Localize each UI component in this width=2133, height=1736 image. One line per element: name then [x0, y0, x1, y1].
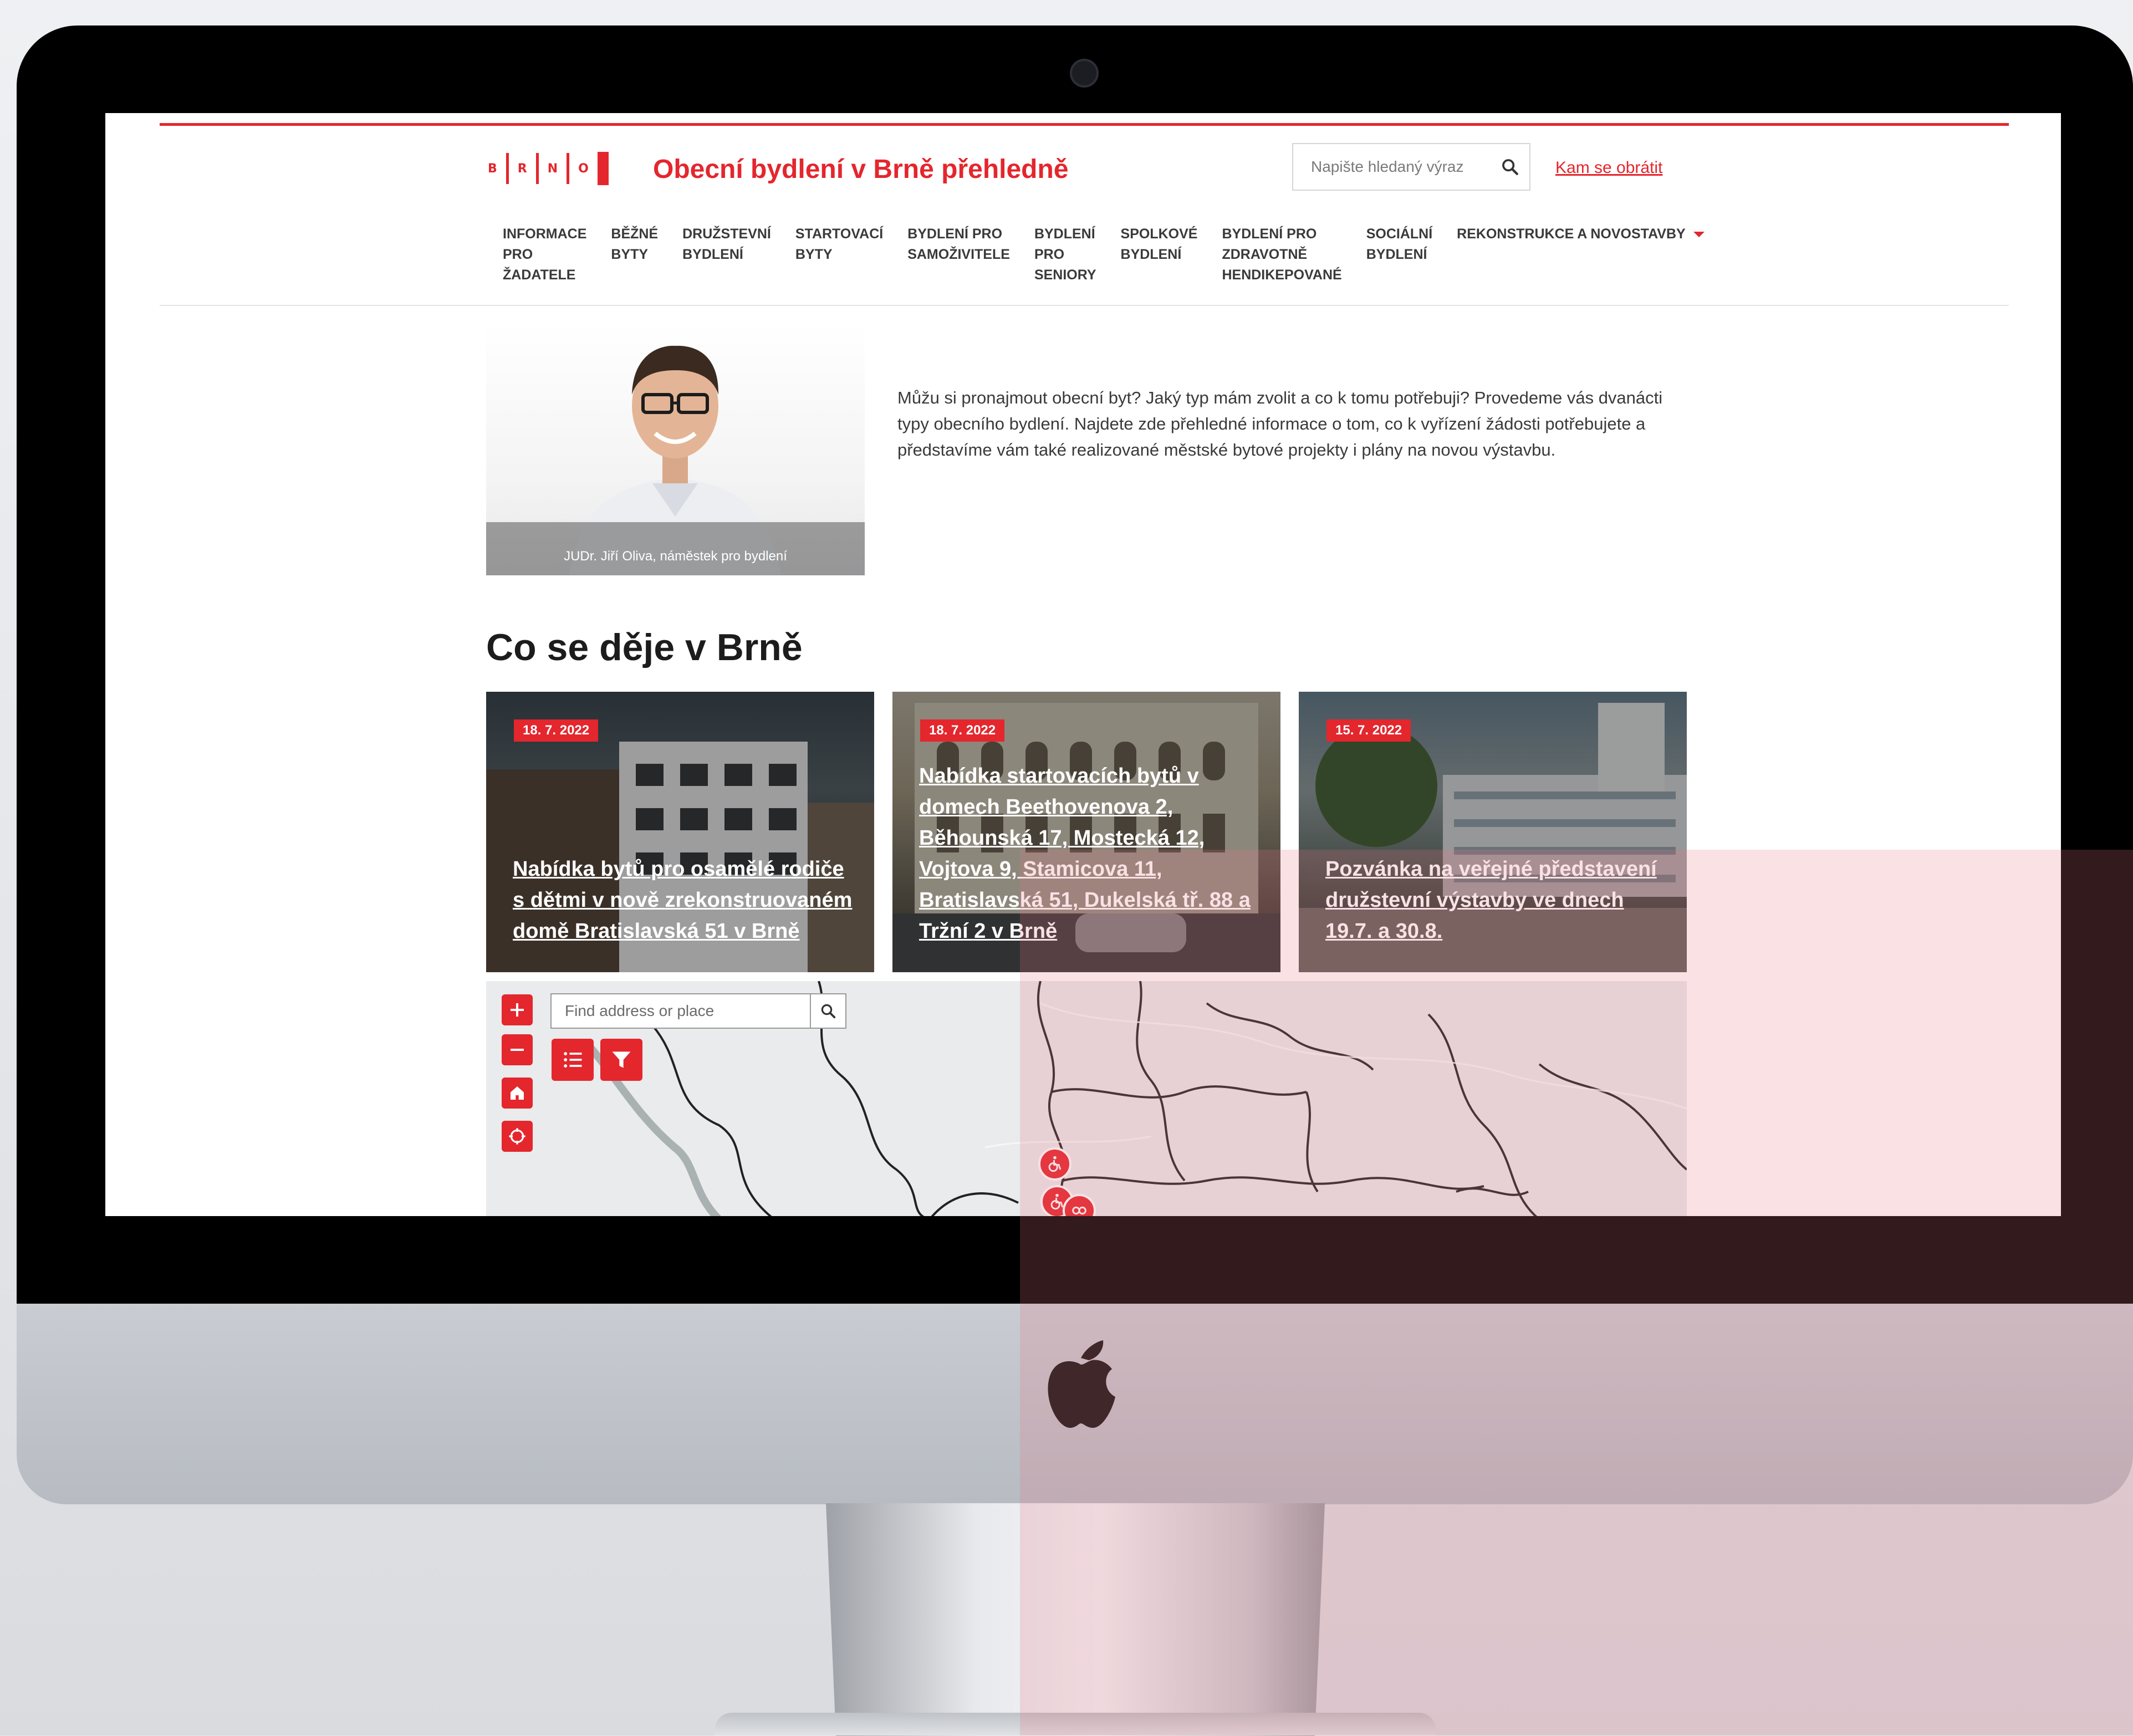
nav-item-samozivitele[interactable]: BYDLENÍ PRO SAMOŽIVITELE: [907, 224, 1010, 285]
news-card[interactable]: 15. 7. 2022 Pozvánka na veřejné představ…: [1299, 692, 1687, 972]
locate-button[interactable]: [502, 1121, 533, 1152]
logo-letter: N: [547, 161, 558, 176]
nav-label: BYDLENÍ: [1366, 247, 1427, 262]
logo-letter: R: [517, 161, 527, 176]
filter-button[interactable]: [600, 1039, 642, 1081]
nav-label: BĚŽNÉ: [611, 226, 659, 242]
nav-item-bezne-byty[interactable]: BĚŽNÉ BYTY: [611, 224, 658, 285]
imac-stand-base: [715, 1713, 1436, 1735]
intro-text: Můžu si pronajmout obecní byt? Jaký typ …: [897, 388, 1663, 459]
header-divider: [160, 305, 2009, 306]
logo-block: [597, 152, 609, 185]
news-title[interactable]: Pozvánka na veřejné představení družstev…: [1325, 854, 1670, 947]
nav-label: SOCIÁLNÍ: [1366, 226, 1433, 242]
search-icon: [821, 1004, 836, 1019]
nav-label: BYDLENÍ PRO: [907, 226, 1003, 242]
nav-label: ZDRAVOTNĚ: [1222, 247, 1308, 262]
nav-label: SAMOŽIVITELE: [907, 247, 1010, 262]
nav-label: DRUŽSTEVNÍ: [682, 226, 771, 242]
search-button[interactable]: [1491, 145, 1529, 189]
nav-label: HENDIKEPOVANÉ: [1222, 267, 1342, 283]
apple-logo-icon: [1048, 1340, 1115, 1428]
news-date: 18. 7. 2022: [920, 719, 1005, 742]
logo-letter: B: [488, 161, 497, 176]
nav-label: SPOLKOVÉ: [1120, 226, 1198, 242]
news-title[interactable]: Nabídka startovacích bytů v domech Beeth…: [919, 760, 1264, 947]
news-card[interactable]: 18. 7. 2022 Nabídka startovacích bytů v …: [892, 692, 1280, 972]
nav-item-hendikepovane[interactable]: BYDLENÍ PRO ZDRAVOTNĚ HENDIKEPOVANÉ: [1222, 224, 1341, 285]
map-search-input[interactable]: Find address or place: [552, 1002, 810, 1020]
nav-label: STARTOVACÍ: [795, 226, 884, 242]
nav-label: REKONSTRUKCE A NOVOSTAVBY: [1457, 226, 1686, 242]
nav-item-informace[interactable]: INFORMACE PRO ŽADATELE: [503, 224, 586, 285]
locate-icon: [509, 1128, 525, 1145]
map-search-field[interactable]: Find address or place: [550, 993, 846, 1029]
nav-item-socialni[interactable]: SOCIÁLNÍ BYDLENÍ: [1366, 224, 1432, 285]
filter-icon: [612, 1051, 631, 1068]
nav-label: PRO: [1034, 247, 1065, 262]
zoom-in-button[interactable]: [502, 994, 533, 1025]
imac-stand: [826, 1503, 1325, 1736]
wheelchair-icon: [1048, 1156, 1062, 1172]
nav-label: INFORMACE: [503, 226, 587, 242]
logo-divider: [506, 153, 509, 184]
nav-item-startovaci[interactable]: STARTOVACÍ BYTY: [795, 224, 883, 285]
nav-item-spolkove[interactable]: SPOLKOVÉ BYDLENÍ: [1121, 224, 1198, 285]
nav-item-rekonstrukce[interactable]: REKONSTRUKCE A NOVOSTAVBY: [1457, 224, 1705, 285]
nav-item-druzstevni[interactable]: DRUŽSTEVNÍ BYDLENÍ: [682, 224, 771, 285]
map-marker[interactable]: [1038, 1147, 1071, 1181]
plus-icon: [511, 1003, 524, 1017]
nav-label: SENIORY: [1034, 267, 1096, 283]
nav-label: ŽADATELE: [503, 267, 576, 283]
news-date: 15. 7. 2022: [1326, 719, 1411, 742]
site-title[interactable]: Obecní bydlení v Brně přehledně: [653, 154, 1069, 185]
minus-icon: [511, 1049, 524, 1051]
logo-divider: [567, 153, 570, 184]
nav-label: BYDLENÍ: [682, 247, 743, 262]
news-date: 18. 7. 2022: [514, 719, 599, 742]
map-widget[interactable]: Find address or place: [486, 981, 1687, 1216]
chevron-down-icon: [1693, 232, 1705, 238]
news-title[interactable]: Nabídka bytů pro osamělé rodiče s dětmi …: [513, 854, 858, 947]
browser-viewport: B R N O Obecní bydlení v Brně přehledně …: [105, 113, 2061, 1216]
zoom-out-button[interactable]: [502, 1034, 533, 1065]
search-input[interactable]: Napište hledaný výraz: [1293, 158, 1491, 176]
news-card[interactable]: 18. 7. 2022 Nabídka bytů pro osamělé rod…: [486, 692, 874, 972]
main-navigation: INFORMACE PRO ŽADATELE BĚŽNÉ BYTY DRUŽST…: [503, 224, 1729, 285]
nav-label: BYTY: [611, 247, 649, 262]
portrait-figure: [486, 345, 865, 575]
logo-divider: [535, 153, 539, 184]
photo-caption: JUDr. Jiří Oliva, náměstek pro bydlení: [564, 549, 787, 564]
top-accent-line: [160, 123, 2009, 126]
camera-icon: [1070, 59, 1099, 88]
deputy-photo: JUDr. Jiří Oliva, náměstek pro bydlení: [486, 323, 865, 575]
site-search[interactable]: Napište hledaný výraz: [1292, 143, 1530, 191]
home-icon: [511, 1086, 524, 1100]
section-title: Co se děje v Brně: [486, 626, 803, 668]
logo-letter: O: [578, 161, 589, 176]
nav-label: BYDLENÍ: [1034, 226, 1095, 242]
contact-link[interactable]: Kam se obrátit: [1555, 159, 1662, 177]
nav-item-seniory[interactable]: BYDLENÍ PRO SENIORY: [1034, 224, 1096, 285]
home-button[interactable]: [502, 1078, 533, 1109]
nav-label: BYDLENÍ PRO: [1222, 226, 1317, 242]
brno-logo[interactable]: B R N O: [488, 152, 609, 185]
nav-label: BYTY: [795, 247, 833, 262]
map-search-button[interactable]: [810, 994, 845, 1028]
cluster-icon: [1072, 1206, 1086, 1215]
list-icon: [564, 1052, 582, 1068]
list-button[interactable]: [552, 1039, 594, 1081]
nav-label: PRO: [503, 247, 533, 262]
nav-label: BYDLENÍ: [1120, 247, 1182, 262]
search-icon: [1502, 159, 1518, 175]
